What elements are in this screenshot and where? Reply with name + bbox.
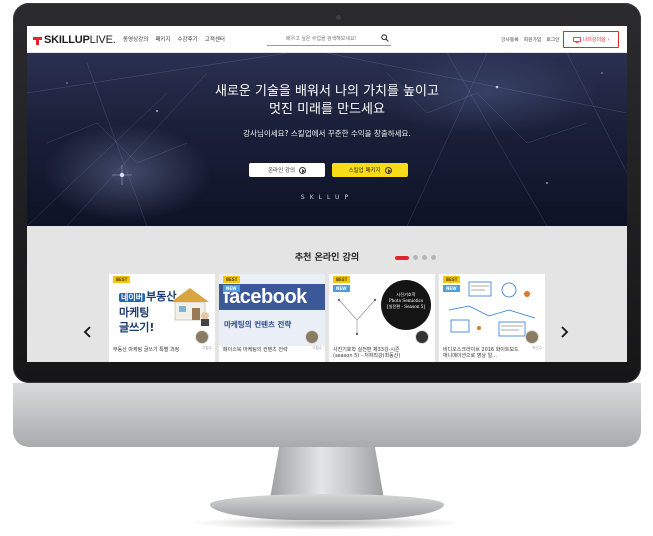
hero-banner: 새로운 기술을 배워서 나의 가치를 높이고 멋진 미래를 만드세요 강사님이세… xyxy=(27,53,627,226)
site-header: SKILLUPLIVE. 동영상강의 패키지 수강후기 고객센터 강사등록 회원… xyxy=(27,26,627,53)
hero-subtitle: 강사님이세요? 스킬업에서 꾸준한 수익을 창출하세요. xyxy=(243,129,411,138)
utility-links: 강사등록 회원가입 로그인 xyxy=(501,36,560,43)
monitor-chin xyxy=(13,383,641,447)
pager-dot-2[interactable] xyxy=(413,255,418,260)
instructor-avatar xyxy=(305,330,319,344)
thumb-semiotics-text: 사진기호학 Photo Semiotics [실전편 - Season 5] xyxy=(381,292,431,310)
pager-dot-1[interactable] xyxy=(395,255,409,260)
best-badge: BEST xyxy=(443,276,461,283)
link-signup[interactable]: 회원가입 xyxy=(524,36,542,43)
pager-dot-3[interactable] xyxy=(422,255,427,260)
course-title[interactable]: 부동산 마케팅 글쓰기 특별 과정 xyxy=(113,347,193,353)
semiotics-diagram-icon xyxy=(337,298,377,336)
instructor-avatar xyxy=(195,330,209,344)
instructor-avatar xyxy=(525,330,539,344)
search-icon[interactable] xyxy=(381,34,389,42)
website-screen: SKILLUPLIVE. 동영상강의 패키지 수강후기 고객센터 강사등록 회원… xyxy=(27,26,627,362)
thumb-subtitle: 마케팅의 컨텐츠 전략 xyxy=(224,320,292,329)
thumb-line3: [실전편 - Season 5] xyxy=(386,304,426,309)
camera-dot xyxy=(336,15,341,20)
carousel-next-icon[interactable] xyxy=(559,326,569,338)
monitor-stand-base xyxy=(210,494,444,520)
chevron-right-icon: › xyxy=(607,36,610,43)
new-badge: NEW xyxy=(443,285,460,292)
online-lecture-label: 온라인 강의 xyxy=(267,168,296,174)
hero-title-line1: 새로운 기술을 배워서 나의 가치를 높이고 xyxy=(215,84,439,99)
logo-text-live: LIVE. xyxy=(89,34,116,46)
section-title: 추천 온라인 강의 xyxy=(294,253,360,263)
monitor-icon xyxy=(572,36,581,43)
skillup-package-label: 스킬업 패키지 xyxy=(348,168,381,174)
thumb-text-line2: 마케팅 xyxy=(119,306,150,319)
thumb-tag: 네이버 xyxy=(119,293,146,302)
course-title[interactable]: 비디오스크라이브 2016 화이트보드 애니메이션으로 영상 일... xyxy=(443,347,523,359)
course-card[interactable]: BEST NEW 박민수 비디오스크라이브 2016 화이트보드 애니메이션으로… xyxy=(439,274,545,362)
house-illustration-icon xyxy=(171,288,209,326)
online-lecture-button[interactable]: 온라인 강의 xyxy=(249,163,325,177)
pager-dot-4[interactable] xyxy=(431,255,436,260)
course-thumbnail[interactable]: 사진기호학 Photo Semiotics [실전편 - Season 5] B… xyxy=(329,274,435,346)
course-thumbnail[interactable]: facebook 마케팅의 컨텐츠 전략 BEST NEW xyxy=(219,274,325,346)
thumb-text-line3: 글쓰기! xyxy=(119,321,155,334)
nav-item-video[interactable]: 동영상강의 xyxy=(123,35,148,43)
nav-item-support[interactable]: 고객센터 xyxy=(205,35,225,43)
course-card[interactable]: facebook 마케팅의 컨텐츠 전략 BEST NEW 고철수 페이스북 마… xyxy=(219,274,325,362)
carousel-prev-icon[interactable] xyxy=(83,326,93,338)
site-logo[interactable]: SKILLUP LIVE. xyxy=(33,33,116,47)
course-title[interactable]: 페이스북 마케팅의 컨텐츠 전략 xyxy=(223,347,303,353)
nav-item-reviews[interactable]: 수강후기 xyxy=(178,35,198,43)
hero-brand-wordmark: SKLLUP xyxy=(300,194,354,201)
search-bar xyxy=(267,32,391,46)
new-badge: NEW xyxy=(223,285,240,292)
link-instructor-register[interactable]: 강사등록 xyxy=(501,36,519,43)
main-nav: 동영상강의 패키지 수강후기 고객센터 xyxy=(123,35,225,43)
nav-item-package[interactable]: 패키지 xyxy=(155,35,170,43)
logo-text-skillup: SKILLUP xyxy=(44,34,90,46)
course-card[interactable]: 네이버 부동산 마케팅 글쓰기! BEST 고철수 부동산 마케팅 글쓰기 특별 … xyxy=(109,274,215,362)
play-icon xyxy=(299,166,307,174)
recommended-section: 추천 온라인 강의 네이버 부동산 마케팅 글쓰기! BEST 고철수 부동산 … xyxy=(27,226,627,362)
my-lecture-label: 나의강의실 xyxy=(582,37,606,43)
instructor-name: 고철수 xyxy=(202,346,212,350)
instructor-name: 박민수 xyxy=(532,346,542,350)
search-input[interactable] xyxy=(267,33,375,44)
best-badge: BEST xyxy=(113,276,131,283)
instructor-avatar xyxy=(415,330,429,344)
course-title[interactable]: 사진기호학 실전편 제33강-시즌(season 5) - 저자직강(최동산) xyxy=(333,347,413,359)
hero-title-line2: 멋진 미래를 만드세요 xyxy=(269,102,385,117)
carousel-pager xyxy=(395,255,436,260)
course-card[interactable]: 사진기호학 Photo Semiotics [실전편 - Season 5] B… xyxy=(329,274,435,362)
logo-mark-icon xyxy=(33,35,43,45)
play-icon xyxy=(384,166,392,174)
skillup-package-button[interactable]: 스킬업 패키지 xyxy=(332,163,408,177)
instructor-name: 고철수 xyxy=(312,346,322,350)
hero-title: 새로운 기술을 배워서 나의 가치를 높이고 멋진 미래를 만드세요 xyxy=(27,83,627,119)
best-badge: BEST xyxy=(333,276,351,283)
link-login[interactable]: 로그인 xyxy=(546,36,559,43)
best-badge: BEST xyxy=(223,276,241,283)
monitor-stand-neck xyxy=(270,447,384,499)
my-lecture-button[interactable]: 나의강의실 › xyxy=(563,31,619,48)
course-thumbnail[interactable]: BEST NEW xyxy=(439,274,545,346)
new-badge: NEW xyxy=(333,285,350,292)
course-thumbnail[interactable]: 네이버 부동산 마케팅 글쓰기! BEST xyxy=(109,274,215,346)
